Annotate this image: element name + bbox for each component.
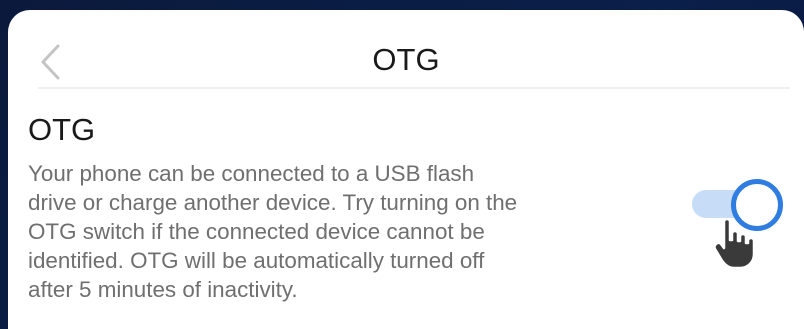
header-divider <box>38 87 790 89</box>
hand-pointer-icon <box>713 217 756 270</box>
page-title: OTG <box>372 42 440 77</box>
otg-description: Your phone can be connected to a USB fla… <box>28 161 518 302</box>
otg-section-title: OTG <box>28 112 96 147</box>
header: OTG <box>8 10 804 86</box>
